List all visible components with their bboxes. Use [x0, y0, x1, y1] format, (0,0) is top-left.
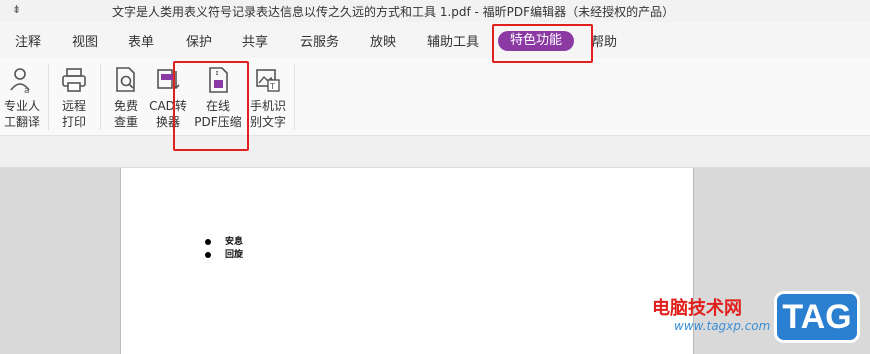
ribbon-divider [294, 64, 295, 130]
human-translate-icon: a [10, 68, 30, 94]
human-translate-label: 专业人 工翻译 [3, 99, 40, 129]
pdf-compress-button[interactable]: 在线 PDF压缩 [194, 64, 242, 134]
tab-protect[interactable]: 保护 [186, 31, 212, 50]
pdf-page[interactable]: 安息 回旋 [120, 168, 694, 354]
tab-form[interactable]: 表单 [128, 31, 154, 50]
document-check-icon [116, 67, 135, 92]
tab-cloud-service[interactable]: 云服务 [300, 31, 339, 50]
printer-icon [62, 68, 86, 92]
human-translate-button[interactable]: a 专业人 工翻译 [0, 64, 44, 134]
pdf-compress-label: 在线 PDF压缩 [194, 99, 242, 129]
tab-view[interactable]: 视图 [72, 31, 98, 50]
ribbon-divider [48, 64, 49, 130]
cad-convert-icon [157, 69, 180, 90]
cad-converter-button[interactable]: CAD转 换器 [146, 64, 190, 134]
tab-help[interactable]: 帮助 [591, 31, 617, 50]
title-bar: ⇟ 文字是人类用表义符号记录表达信息以传之久远的方式和工具 1.pdf - 福昕… [0, 0, 870, 22]
tab-share[interactable]: 共享 [242, 31, 268, 50]
watermark-text: 电脑技术网 [652, 298, 742, 319]
cad-converter-label: CAD转 换器 [149, 99, 187, 129]
mobile-ocr-button[interactable]: T 手机识 别文字 [246, 64, 290, 134]
window-title: 文字是人类用表义符号记录表达信息以传之久远的方式和工具 1.pdf - 福昕PD… [112, 5, 675, 19]
watermark-badge: TAG [774, 291, 860, 343]
image-text-ocr-icon: T [256, 69, 280, 92]
ribbon-divider [100, 64, 101, 130]
tab-annotate[interactable]: 注释 [15, 31, 41, 50]
watermark-url: www.tagxp.com [674, 319, 771, 333]
list-item: 安息 [205, 236, 243, 249]
svg-text:a: a [24, 86, 30, 94]
tab-featured[interactable]: 特色功能 [498, 31, 575, 51]
svg-text:T: T [269, 82, 275, 91]
bullet-list: 安息 回旋 [205, 236, 243, 262]
toolbar-strip [0, 136, 870, 168]
remote-print-label: 远程 打印 [61, 99, 86, 129]
tab-assist-tools[interactable]: 辅助工具 [427, 31, 479, 50]
remote-print-button[interactable]: 远程 打印 [52, 64, 96, 134]
ribbon-toolbar: a 专业人 工翻译 远程 打印 免费 查重 CAD转 换器 在线 PDF压缩 T… [0, 58, 870, 136]
menu-bar: 注释 视图 表单 保护 共享 云服务 放映 辅助工具 特色功能 帮助 [0, 22, 870, 58]
list-item: 回旋 [205, 249, 243, 262]
mobile-ocr-label: 手机识 别文字 [249, 99, 286, 129]
tab-slideshow[interactable]: 放映 [370, 31, 396, 50]
pdf-compress-icon [209, 67, 228, 93]
quick-access-icon[interactable]: ⇟ [12, 3, 21, 16]
